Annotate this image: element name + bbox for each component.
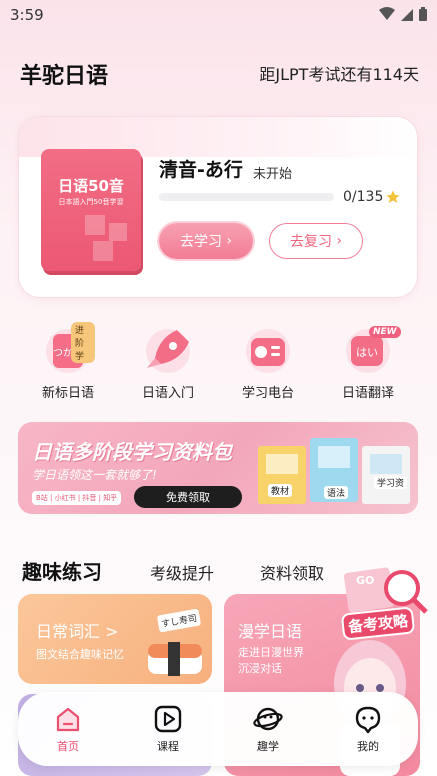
chevron-right-icon: › — [331, 233, 343, 249]
bottom-nav-label: 我的 — [357, 740, 379, 753]
bottom-nav-profile[interactable]: 我的 — [333, 704, 403, 754]
profile-icon — [355, 706, 381, 734]
go-sticker: GO — [356, 574, 375, 587]
tab-level-up[interactable]: 考级提升 — [150, 560, 214, 584]
review-button-label: 去复习 — [289, 234, 332, 250]
exam-countdown: 距JLPT考试还有114天 — [259, 65, 419, 84]
vocab-card-title: 日常词汇 > — [36, 622, 119, 641]
svg-text:はい: はい — [356, 346, 378, 359]
radio-icon — [241, 324, 295, 374]
study-button[interactable]: 去学习 › — [159, 223, 253, 259]
lesson-status: 未开始 — [253, 167, 293, 182]
book-cover[interactable]: 日语50音 日本語入門50音学習 — [41, 149, 141, 271]
book-label-materials: 学习资 — [374, 476, 408, 489]
study-material-banner[interactable]: 日语多阶段学习资料包 学日语领这一套就够了! B站 | 小红书 | 抖音 | 知… — [18, 422, 418, 514]
signal-icon — [401, 9, 413, 21]
status-time: 3:59 — [10, 6, 44, 24]
banner-title: 日语多阶段学习资料包 — [32, 440, 232, 464]
bottom-nav-home[interactable]: 首页 — [33, 704, 103, 754]
new-tag: NEW — [369, 326, 401, 338]
banner-subtitle: 学日语领这一套就够了! — [32, 468, 157, 482]
nav-label: 学习电台 — [241, 386, 294, 401]
book-pattern-icon — [85, 215, 127, 261]
bottom-nav-courses[interactable]: 课程 — [133, 704, 203, 754]
nav-item-japanese-intro[interactable]: 日语入门 — [118, 324, 218, 404]
book-icon: つかめ 进阶学 — [41, 322, 95, 374]
nav-item-study-radio[interactable]: 学习电台 — [218, 324, 318, 404]
battery-icon — [419, 7, 427, 21]
nav-label: 日语入门 — [141, 386, 194, 401]
advanced-tag: 进阶学 — [71, 322, 95, 363]
vocab-card-subtitle: 图文结合趣味记忆 — [36, 648, 124, 661]
wifi-icon — [379, 7, 395, 20]
manga-card-title: 漫学日语 — [238, 622, 303, 641]
progress-count: 0/135 — [343, 189, 384, 205]
review-button[interactable]: 去复习 › — [269, 223, 363, 259]
manga-card-subtitle: 走进日漫世界 — [238, 646, 304, 659]
progress-bar — [159, 193, 334, 201]
bottom-nav-label: 首页 — [57, 740, 79, 753]
sushi-sticker: すし寿司 — [156, 608, 202, 633]
daily-vocab-card[interactable]: 日常词汇 > 图文结合趣味记忆 すし寿司 — [18, 594, 212, 684]
nav-label: 日语翻译 — [341, 386, 394, 401]
book-label-grammar: 语法 — [324, 486, 349, 499]
translate-icon: はい NEW — [341, 324, 401, 374]
nav-item-new-standard-japanese[interactable]: つかめ 进阶学 新标日语 — [18, 322, 118, 404]
rocket-icon — [141, 324, 195, 374]
study-button-label: 去学习 — [179, 234, 222, 250]
bottom-nav-fun-learning[interactable]: 趣学 — [233, 704, 303, 754]
bottom-nav-label: 趣学 — [257, 740, 279, 753]
nav-label: 新标日语 — [41, 386, 94, 401]
book-subtitle: 日本語入門50音学習 — [58, 198, 124, 206]
planet-icon — [253, 707, 283, 731]
banner-platform-tags: B站 | 小红书 | 抖音 | 知乎 — [32, 491, 122, 505]
exam-guide-floating-button[interactable]: GO 备考攻略 — [340, 560, 430, 641]
star-icon — [386, 190, 400, 203]
lesson-progress-card[interactable]: 日语50音 日本語入門50音学習 清音-あ行 未开始 0/135 去学习 › 去… — [18, 116, 418, 298]
book-title: 日语50音 — [58, 177, 124, 195]
tab-fun-practice[interactable]: 趣味练习 — [22, 556, 102, 585]
header: 羊驼日语 距JLPT考试还有114天 — [0, 58, 437, 92]
bottom-navigation: 首页 课程 趣学 我的 — [18, 692, 418, 766]
tab-materials[interactable]: 资料领取 — [260, 560, 324, 584]
book-label-textbook: 教材 — [268, 484, 293, 497]
play-icon — [154, 705, 182, 733]
home-icon — [56, 707, 80, 732]
chevron-right-icon: › — [221, 233, 233, 249]
app-title: 羊驼日语 — [20, 64, 109, 89]
nav-item-japanese-translate[interactable]: はい NEW 日语翻译 — [318, 324, 418, 404]
status-icons — [379, 7, 427, 21]
free-claim-button[interactable]: 免费领取 — [134, 486, 242, 508]
manga-card-subtitle-2: 沉浸对话 — [238, 662, 282, 675]
status-bar: 3:59 — [0, 0, 437, 30]
bottom-nav-label: 课程 — [157, 740, 179, 753]
lesson-title: 清音-あ行 — [159, 159, 243, 181]
feature-grid: つかめ 进阶学 新标日语 日语入门 学习电台 はい NEW 日语翻译 — [18, 322, 418, 404]
sushi-icon — [148, 642, 202, 676]
